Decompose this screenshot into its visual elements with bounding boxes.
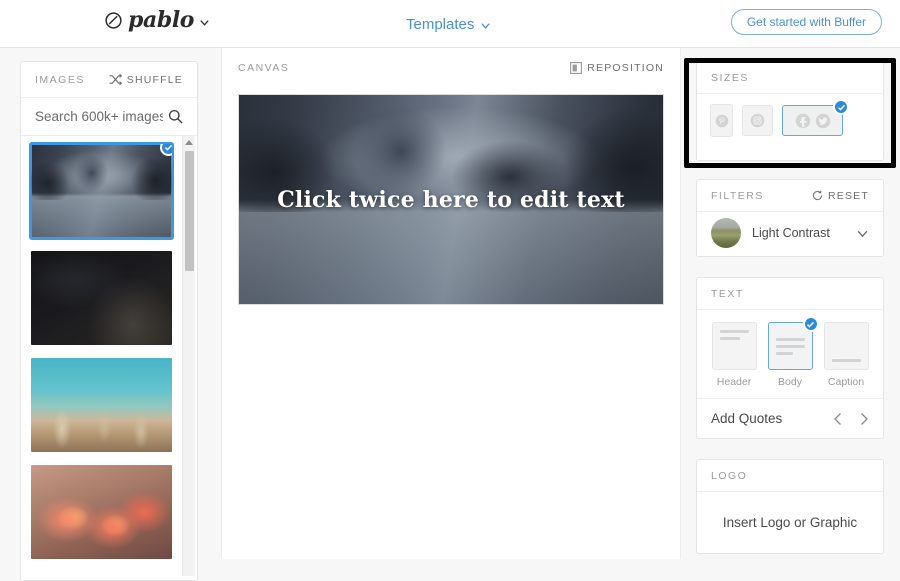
pinterest-icon [715, 114, 728, 127]
text-panel-title: TEXT [711, 287, 744, 300]
scrollbar-thumb[interactable] [185, 151, 194, 271]
thumbnail-image [31, 358, 172, 452]
reposition-button[interactable]: REPOSITION [570, 62, 664, 74]
caption-style-thumbnail [823, 322, 869, 370]
shuffle-icon [109, 74, 122, 85]
chevron-down-icon [200, 19, 209, 26]
shuffle-label: SHUFFLE [126, 73, 183, 86]
header-style-thumbnail [711, 322, 757, 370]
size-option-facebook-twitter[interactable] [782, 99, 849, 136]
add-quotes-row: Add Quotes [697, 398, 883, 438]
canvas-title: CANVAS [238, 62, 290, 74]
filters-panel-header: FILTERS RESET [697, 180, 883, 212]
text-style-body[interactable]: Body [767, 316, 819, 388]
quotes-pager [833, 412, 869, 426]
reset-label: RESET [827, 189, 869, 202]
canvas-header: CANVAS REPOSITION [222, 48, 680, 88]
check-icon [802, 316, 819, 332]
chevron-down-icon [481, 23, 491, 29]
image-thumbnail-orange-lilies[interactable] [31, 465, 172, 559]
logo-panel-header: LOGO [697, 460, 883, 492]
thumbnail-image [31, 144, 172, 238]
sizes-options [697, 94, 883, 137]
filters-panel: FILTERS RESET Light Contrast [696, 179, 884, 257]
get-started-with-buffer-button[interactable]: Get started with Buffer [730, 9, 882, 35]
chevron-left-icon[interactable] [833, 412, 843, 426]
filter-preview-thumbnail [711, 218, 741, 248]
shuffle-button[interactable]: SHUFFLE [109, 74, 183, 86]
logo-panel-title: LOGO [711, 469, 748, 482]
thumbnail-image [31, 251, 172, 345]
search-icon[interactable] [168, 109, 183, 124]
chevron-right-icon[interactable] [859, 412, 869, 426]
reposition-icon [570, 62, 583, 74]
text-panel-header: TEXT [697, 278, 883, 310]
sizes-panel: SIZES [696, 61, 884, 161]
size-option-pinterest[interactable] [710, 104, 733, 137]
logo-panel: LOGO Insert Logo or Graphic [696, 459, 884, 554]
image-thumbnail-teal-sky[interactable] [31, 358, 172, 452]
add-quotes-label[interactable]: Add Quotes [711, 411, 782, 426]
filters-panel-title: FILTERS [711, 189, 764, 202]
check-icon [833, 99, 849, 115]
text-style-options: Header Body Caption [697, 310, 883, 388]
image-thumbnail-starry-night[interactable] [31, 251, 172, 345]
text-style-label: Header [716, 376, 752, 388]
sizes-panel-header: SIZES [697, 62, 883, 94]
caret-up-icon[interactable] [185, 140, 193, 145]
text-panel: TEXT Header Body Caption Add Quotes [696, 277, 884, 439]
templates-menu[interactable]: Templates [406, 16, 491, 33]
reset-circle-icon [812, 190, 823, 201]
filter-name-label: Light Contrast [752, 226, 830, 240]
images-panel-header: IMAGES SHUFFLE [21, 62, 197, 98]
body-style-thumbnail [767, 316, 819, 370]
images-panel-title: IMAGES [35, 73, 85, 86]
facebook-icon [795, 113, 810, 128]
text-style-label: Caption [827, 376, 865, 388]
image-thumbnail-mountain-lake[interactable] [29, 142, 174, 240]
chevron-down-icon[interactable] [856, 227, 869, 240]
templates-label: Templates [406, 16, 475, 33]
canvas-column: CANVAS REPOSITION Click twice here to ed… [221, 48, 681, 559]
text-style-caption[interactable]: Caption [823, 322, 869, 388]
images-scrollbar[interactable] [182, 136, 195, 576]
images-panel: IMAGES SHUFFLE [20, 61, 198, 581]
canvas-preview[interactable]: Click twice here to edit text [238, 94, 664, 305]
thumbnail-image [31, 465, 172, 559]
sizes-panel-title: SIZES [711, 71, 749, 84]
pablo-logo[interactable]: pablo [104, 9, 210, 31]
reset-filters-button[interactable]: RESET [812, 190, 869, 202]
logo-wordmark: pablo [128, 7, 195, 33]
reposition-label: REPOSITION [587, 62, 664, 74]
search-input[interactable] [35, 109, 163, 124]
size-option-instagram[interactable] [742, 105, 773, 136]
canvas-editable-text[interactable]: Click twice here to edit text [239, 187, 663, 213]
insert-logo-button[interactable]: Insert Logo or Graphic [697, 492, 883, 552]
app-header: pablo Templates Get started with Buffer [0, 0, 900, 48]
current-filter-selector[interactable]: Light Contrast [697, 212, 883, 254]
circle-slash-icon [105, 11, 122, 29]
instagram-icon [750, 113, 765, 128]
twitter-icon [815, 113, 830, 128]
text-style-header[interactable]: Header [711, 322, 757, 388]
image-search-row [21, 98, 197, 136]
text-style-label: Body [778, 376, 802, 388]
image-thumbnail-list[interactable] [21, 136, 197, 576]
